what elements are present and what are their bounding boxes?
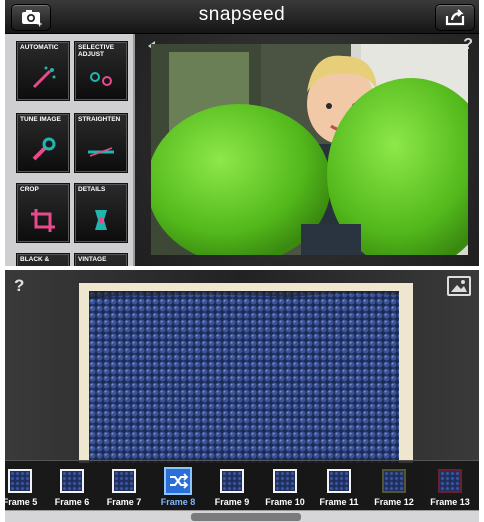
frame-thumb[interactable] (273, 469, 297, 493)
wrench-icon (32, 137, 56, 161)
crop-icon (31, 209, 55, 232)
tool-label: VINTAGE (78, 256, 107, 263)
frame-thumb[interactable] (438, 469, 462, 493)
frame-thumb[interactable] (220, 469, 244, 493)
tool-label: AUTOMATIC (20, 44, 59, 51)
tool-label: DETAILS (78, 186, 106, 193)
tool-tune-image[interactable]: TUNE IMAGE (17, 114, 69, 172)
frame-thumb[interactable] (327, 469, 351, 493)
top-screen: + snapseed AUTOMATIC SELECTIVE ADJUST TU… (5, 0, 479, 266)
frame-label[interactable]: Frame 11 (311, 497, 367, 507)
photo-canvas: ? (135, 34, 479, 266)
details-icon (95, 210, 107, 230)
frame-label[interactable]: Frame 10 (257, 497, 313, 507)
tool-label: CROP (20, 186, 39, 193)
frame-label[interactable]: Frame 7 (96, 497, 152, 507)
frame-label[interactable]: Frame 13 (422, 497, 478, 507)
straighten-icon (88, 147, 114, 157)
frame-thumb[interactable] (112, 469, 136, 493)
wand-icon (32, 66, 56, 89)
frame-thumb[interactable] (8, 469, 32, 493)
frame-label[interactable]: Frame 12 (366, 497, 422, 507)
tool-label: STRAIGHTEN (78, 116, 121, 123)
tool-automatic[interactable]: AUTOMATIC (17, 42, 69, 100)
shuffle-icon (170, 473, 189, 489)
toolbar-button[interactable] (191, 513, 301, 521)
share-icon (445, 9, 465, 26)
frame-label[interactable]: Frame 5 (5, 497, 48, 507)
tool-label: SELECTIVE ADJUST (78, 44, 115, 58)
app-title: snapseed (198, 4, 286, 25)
points-icon (90, 72, 112, 86)
frames-filmstrip: Frame 5 Frame 6 Frame 7 Frame 8 Frame 9 … (5, 460, 479, 511)
tool-selective-adjust[interactable]: SELECTIVE ADJUST (75, 42, 127, 100)
tool-label: TUNE IMAGE (20, 116, 61, 123)
top-toolbar: + snapseed (5, 0, 479, 34)
framed-photo (79, 283, 413, 463)
share-button[interactable] (435, 4, 475, 31)
edited-photo (151, 44, 468, 255)
frame-label-selected[interactable]: Frame 8 (150, 497, 206, 507)
blueberries-photo (89, 291, 399, 463)
tool-straighten[interactable]: STRAIGHTEN (75, 114, 127, 172)
tool-label: BLACK & (20, 256, 50, 263)
frame-thumb[interactable] (382, 469, 406, 493)
help-button[interactable]: ? (14, 276, 24, 296)
tool-vintage[interactable]: VINTAGE (75, 254, 127, 266)
tool-details[interactable]: DETAILS (75, 184, 127, 242)
frame-label[interactable]: Frame 9 (204, 497, 260, 507)
bottom-toolbar (5, 510, 479, 522)
frame-thumb-selected[interactable] (164, 467, 192, 495)
image-icon[interactable] (447, 276, 471, 296)
bottom-screen: ? Frame 5 Frame 6 Frame 7 Frame 8 Frame … (5, 270, 479, 522)
frame-label[interactable]: Frame 6 (44, 497, 100, 507)
tool-crop[interactable]: CROP (17, 184, 69, 242)
tools-sidebar: AUTOMATIC SELECTIVE ADJUST TUNE IMAGE ST… (5, 34, 135, 266)
tool-black-and-white[interactable]: BLACK & (17, 254, 69, 266)
frame-thumb[interactable] (60, 469, 84, 493)
